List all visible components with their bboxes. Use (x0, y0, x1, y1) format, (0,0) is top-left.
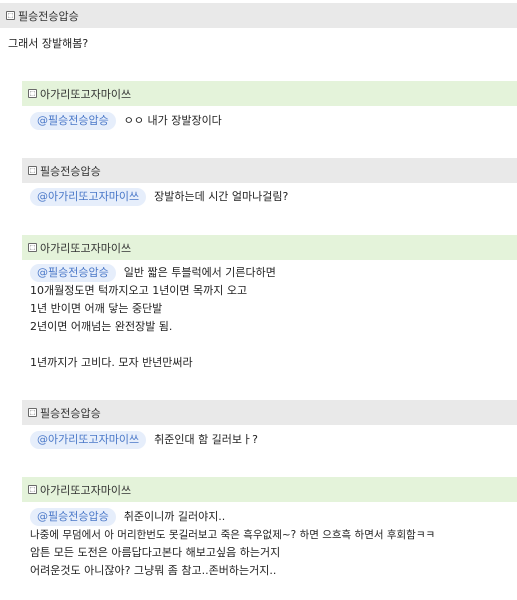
user-badge-icon: ⬚ (28, 89, 37, 98)
mention-tag[interactable]: @아가리또고자마이쓰 (30, 431, 147, 449)
mention-tag[interactable]: @필승전승압승 (30, 264, 116, 282)
reply-text: 2년이면 어깨넘는 완전장발 됨. (30, 320, 173, 333)
reply-text: 취준인대 함 길러보ㅏ? (154, 433, 259, 446)
reply-author[interactable]: 필승전승압승 (40, 163, 101, 179)
reply-header: ⬚ 아가리또고자마이쓰 (22, 235, 517, 260)
root-post-header: ⬚ 필승전승압승 (0, 3, 517, 28)
reply-text: ㅇㅇ 내가 장발장이다 (123, 114, 222, 127)
reply-text: 1년까지가 고비다. 모자 반년만써라 (30, 356, 193, 369)
reply-line: @아가리또고자마이쓰 장발하는데 시간 얼마나걸림? (30, 188, 288, 206)
reply-text: 나중에 무덤에서 아 머리한번도 못길러보고 죽은 흑우없제~? 하면 으흐흑 … (30, 529, 436, 541)
user-badge-icon: ⬚ (28, 408, 37, 417)
reply-line: @필승전승압승 일반 짧은 투블럭에서 기른다하면 (30, 264, 276, 282)
root-author[interactable]: 필승전승압승 (18, 8, 79, 24)
reply-author[interactable]: 아가리또고자마이쓰 (40, 240, 131, 256)
reply-line: @필승전승압승 취준이니까 길러야지.. (30, 508, 225, 526)
mention-tag[interactable]: @필승전승압승 (30, 112, 116, 130)
root-comment-text: 그래서 장발해봄? (8, 37, 89, 50)
reply-text: 장발하는데 시간 얼마나걸림? (154, 190, 289, 203)
reply-text: 일반 짧은 투블럭에서 기른다하면 (123, 266, 276, 279)
reply-text: 어려운것도 아니잖아? 그냥뭐 좀 참고..존버하는거지.. (30, 564, 277, 577)
mention-tag[interactable]: @아가리또고자마이쓰 (30, 188, 147, 206)
reply-text: 암튼 모든 도전은 아름답다고본다 해보고싶음 하는거지 (30, 546, 281, 559)
reply-header: ⬚ 아가리또고자마이쓰 (22, 81, 517, 106)
reply-author[interactable]: 아가리또고자마이쓰 (40, 482, 131, 498)
user-badge-icon: ⬚ (6, 11, 15, 20)
mention-tag[interactable]: @필승전승압승 (30, 508, 116, 526)
reply-text: 취준이니까 길러야지.. (123, 510, 226, 523)
reply-author[interactable]: 필승전승압승 (40, 405, 101, 421)
reply-line: @필승전승압승 ㅇㅇ 내가 장발장이다 (30, 112, 222, 130)
user-badge-icon: ⬚ (28, 243, 37, 252)
reply-text: 10개월정도면 턱까지오고 1년이면 목까지 오고 (30, 284, 248, 297)
reply-header: ⬚ 아가리또고자마이쓰 (22, 477, 517, 502)
reply-line: @아가리또고자마이쓰 취준인대 함 길러보ㅏ? (30, 431, 258, 449)
user-badge-icon: ⬚ (28, 166, 37, 175)
reply-header: ⬚ 필승전승압승 (22, 400, 517, 425)
reply-header: ⬚ 필승전승압승 (22, 158, 517, 183)
user-badge-icon: ⬚ (28, 485, 37, 494)
reply-text: 1년 반이면 어깨 닿는 중단발 (30, 302, 163, 315)
reply-author[interactable]: 아가리또고자마이쓰 (40, 86, 131, 102)
